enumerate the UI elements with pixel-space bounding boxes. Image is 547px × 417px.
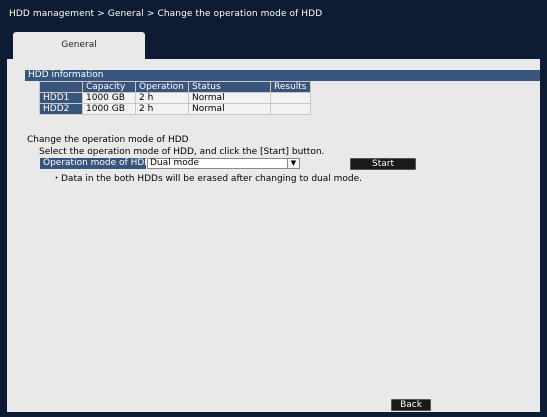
change-mode-title: Change the operation mode of HDD (27, 135, 189, 145)
hdd-operation: 2 h (135, 92, 189, 104)
column-header-results: Results (270, 81, 311, 93)
tab-bar: General (0, 28, 547, 59)
hdd-capacity: 1000 GB (82, 92, 136, 104)
title-bar: HDD management > General > Change the op… (0, 0, 547, 28)
hdd-results (270, 103, 311, 115)
hdd-information-heading: HDD information (25, 70, 540, 81)
hdd-operation: 2 h (135, 103, 189, 115)
table-header-blank (39, 81, 83, 93)
column-header-operation: Operation (135, 81, 189, 93)
column-header-status: Status (188, 81, 271, 93)
erase-warning-note: ・Data in the both HDDs will be erased af… (52, 174, 363, 184)
column-header-capacity: Capacity (82, 81, 136, 93)
operation-mode-value: Dual mode (150, 158, 200, 168)
breadcrumb: HDD management > General > Change the op… (9, 9, 323, 19)
hdd-results (270, 92, 311, 104)
change-mode-description: Select the operation mode of HDD, and cl… (39, 147, 325, 157)
hdd-information-table: Capacity Operation Status Results HDD1 1… (39, 81, 311, 115)
table-header-row: Capacity Operation Status Results (39, 81, 311, 93)
hdd-name: HDD2 (39, 103, 83, 115)
start-button[interactable]: Start (350, 158, 416, 170)
back-button[interactable]: Back (391, 399, 431, 411)
operation-mode-label: Operation mode of HDD (40, 158, 151, 169)
table-row: HDD1 1000 GB 2 h Normal (39, 92, 311, 104)
hdd-status: Normal (188, 103, 271, 115)
general-panel: HDD information Capacity Operation Statu… (7, 59, 540, 412)
table-row: HDD2 1000 GB 2 h Normal (39, 103, 311, 115)
tab-general[interactable]: General (13, 32, 145, 59)
operation-mode-select[interactable]: Dual mode ▼ (147, 158, 300, 169)
dropdown-arrow-icon[interactable]: ▼ (287, 159, 299, 168)
hdd-capacity: 1000 GB (82, 103, 136, 115)
hdd-name: HDD1 (39, 92, 83, 104)
hdd-status: Normal (188, 92, 271, 104)
